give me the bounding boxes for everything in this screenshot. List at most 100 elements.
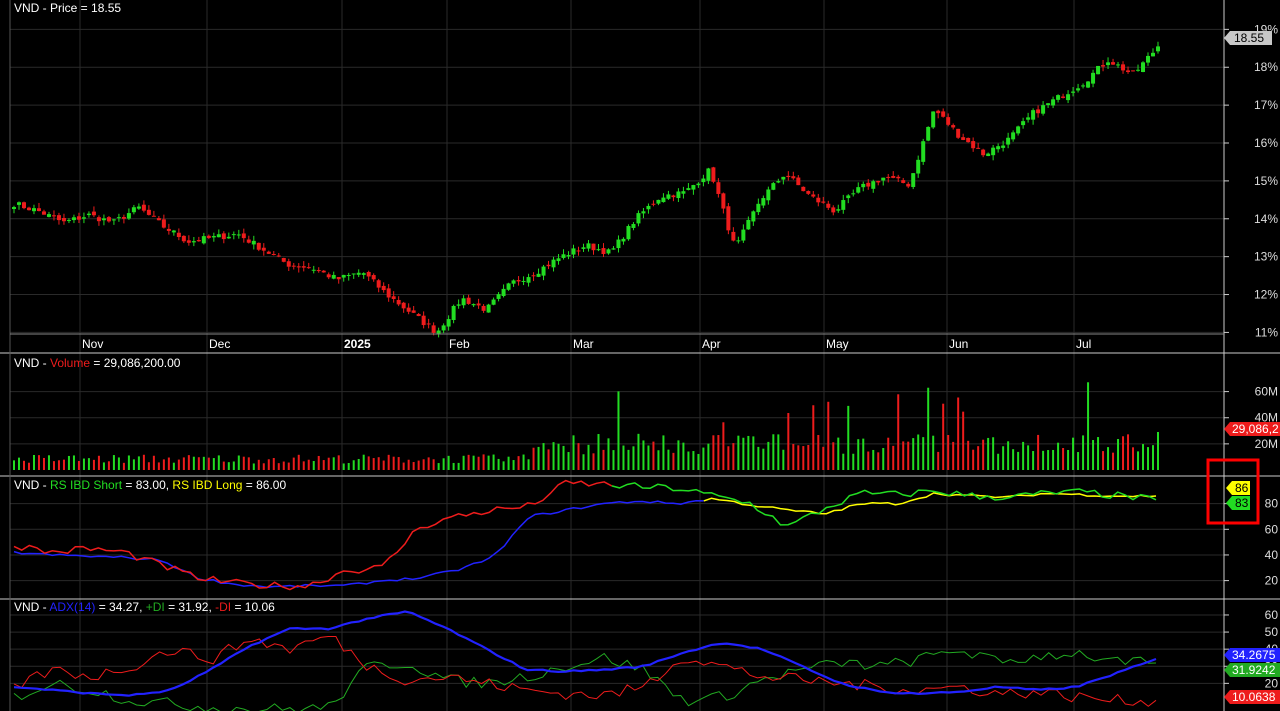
volume-bar [137,456,140,470]
volume-bar [167,457,170,470]
candle-body [616,239,621,249]
candle-body [776,181,781,183]
volume-bar [657,450,660,470]
volume-bar [842,453,845,470]
candle-body [741,229,746,241]
volume-bar [217,455,220,470]
volume-bar [332,457,335,470]
minus-di-tag: 10.0638 [1224,690,1280,704]
candle-body [791,176,796,179]
candle-body [551,259,556,268]
volume-bar [487,455,490,470]
candle-body [366,272,371,277]
candle-body [226,236,231,239]
candle-body [556,258,561,262]
candle-body [161,219,166,228]
candle-body [351,273,356,275]
y-tick-label: 20M [1255,437,1278,451]
candle-body [786,175,791,178]
candle-body [256,242,261,250]
candle-body [131,207,136,213]
candle-body [536,273,541,277]
volume-bar [1037,434,1040,470]
candle-body [1121,64,1126,71]
candle-body [856,187,861,193]
volume-bar [277,463,280,470]
price-candles [12,41,1160,338]
volume-bar [372,458,375,470]
volume-bar [1092,440,1095,470]
candle-body [121,216,126,219]
adx-title: VND - ADX(14) = 34.27, +DI = 31.92, -DI … [14,600,275,614]
candle-body [476,303,481,306]
candle-body [66,220,71,222]
candle-body [336,277,341,280]
candle-body [771,183,776,190]
candle-body [701,178,706,183]
volume-bar [952,441,955,470]
candle-body [411,310,416,313]
candle-body [21,202,26,209]
volume-bar [327,457,330,470]
volume-bar [13,460,15,470]
volume-bar [512,460,515,470]
candle-body [426,323,431,325]
candle-body [966,137,971,143]
candle-body [51,215,56,217]
volume-bar [892,445,895,470]
candle-body [356,272,361,275]
volume-bar [577,443,580,470]
volume-bar [692,451,695,470]
candle-body [981,149,986,156]
volume-bar [452,462,455,470]
plus-di-tag: 31.9242 [1224,663,1280,677]
volume-bar [597,434,600,470]
candle-body [301,266,306,268]
volume-bar [197,457,200,470]
candle-body [221,233,226,240]
volume-bar [102,462,105,470]
y-tick-label: 20 [1265,676,1279,690]
rs-long-line-early [13,499,704,589]
volume-bar [942,403,945,470]
volume-bar [1112,452,1115,470]
candle-body [91,211,96,216]
candle-body [431,325,436,333]
volume-bar [342,463,345,470]
volume-bar [667,449,670,470]
svg-text:10.0638: 10.0638 [1232,690,1276,704]
volume-bar [462,455,465,470]
volume-bar [1127,434,1130,470]
candle-body [486,304,491,313]
volume-bar [432,459,435,470]
volume-bar [492,454,495,470]
volume-bar [782,449,785,470]
candle-body [641,211,646,214]
candle-body [251,240,256,245]
volume-bar [902,441,905,470]
candle-body [291,265,296,267]
volume-bar [652,441,655,470]
candle-body [996,146,1001,150]
candle-body [191,241,196,243]
volume-bar [237,455,240,470]
volume-bar [1142,444,1145,470]
candle-body [141,204,146,211]
svg-text:86: 86 [1235,481,1249,495]
volume-bar [872,449,875,470]
candle-body [461,298,466,306]
volume-bar [557,443,560,470]
candle-body [1081,85,1086,87]
candle-body [391,296,396,299]
volume-bar [262,463,265,470]
volume-bar [1077,452,1080,470]
volume-bar [812,405,815,470]
axis-ticks: Nov Dec 2025 Feb Mar Apr May Jun Jul 11% 12% 13% 14%… [82,22,1278,690]
y-tick-label: 16% [1254,136,1278,150]
volume-bar [537,446,540,470]
candle-body [751,211,756,222]
volume-bar [877,452,880,470]
candle-body [726,206,731,231]
candle-body [216,234,221,238]
candle-body [76,216,81,220]
